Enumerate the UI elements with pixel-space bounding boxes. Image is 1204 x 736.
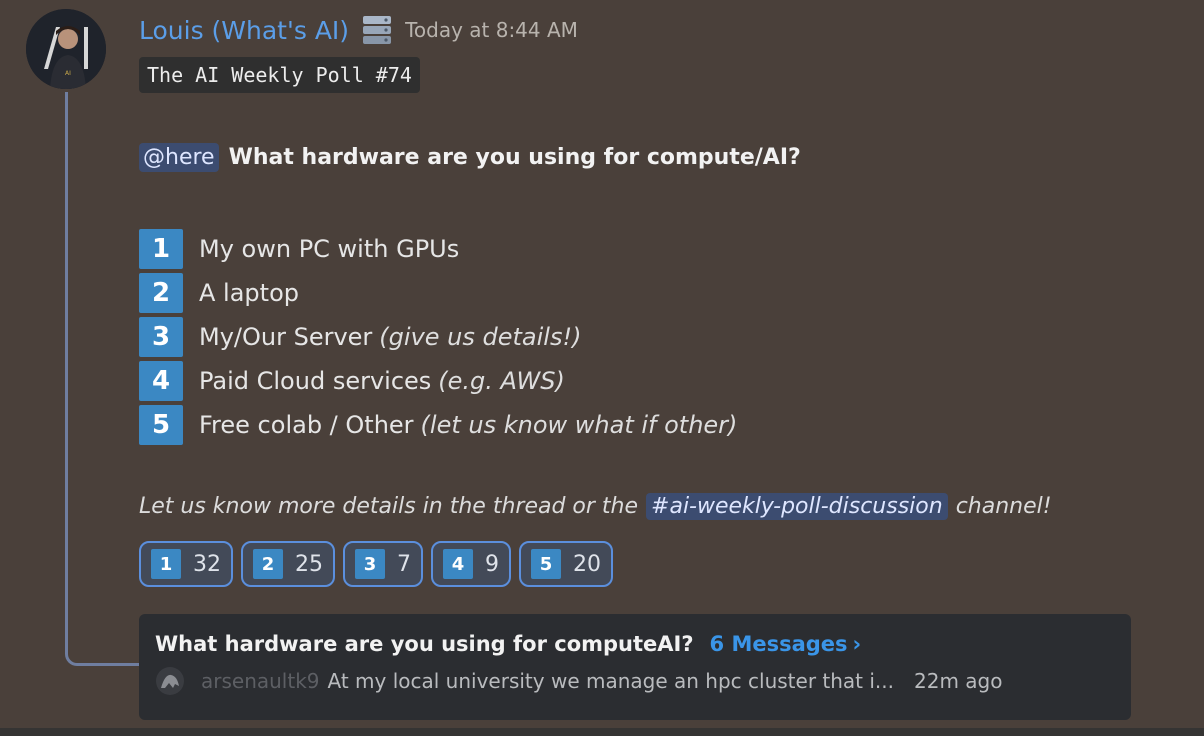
keycap-3-icon: 3 bbox=[355, 549, 385, 579]
server-stack-icon bbox=[361, 14, 395, 46]
preview-text: At my local university we manage an hpc … bbox=[327, 669, 894, 693]
keycap-2-icon: 2 bbox=[253, 549, 283, 579]
option-label: A laptop bbox=[199, 279, 299, 307]
here-mention[interactable]: @here bbox=[139, 143, 219, 172]
reaction-bar: 1 32 2 25 3 7 4 9 5 20 bbox=[139, 541, 621, 587]
keycap-3-icon: 3 bbox=[139, 317, 183, 357]
poll-question: What hardware are you using for compute/… bbox=[228, 145, 801, 170]
thread-preview-card[interactable]: What hardware are you using for computeA… bbox=[139, 614, 1131, 720]
preview-time: 22m ago bbox=[914, 669, 1003, 693]
option-note: (give us details!) bbox=[379, 323, 582, 351]
poll-option-3: 3 My/Our Server (give us details!) bbox=[139, 315, 737, 359]
avatar-image: AI bbox=[26, 9, 106, 89]
poll-option-5: 5 Free colab / Other (let us know what i… bbox=[139, 403, 737, 447]
reaction-5-button[interactable]: 5 20 bbox=[519, 541, 613, 587]
poll-footer-text: Let us know more details in the thread o… bbox=[139, 493, 1052, 520]
thread-title-row: What hardware are you using for computeA… bbox=[155, 632, 1131, 656]
option-note: (e.g. AWS) bbox=[438, 367, 565, 395]
thread-connector-line bbox=[65, 92, 141, 666]
keycap-1-icon: 1 bbox=[151, 549, 181, 579]
reaction-count: 25 bbox=[295, 551, 323, 577]
thread-last-message: arsenaultk9 At my local university we ma… bbox=[155, 666, 1131, 696]
footer-text-before: Let us know more details in the thread o… bbox=[139, 494, 639, 519]
footer-text-after: channel! bbox=[955, 494, 1052, 519]
message-header: Louis (What's AI) Today at 8:44 AM bbox=[139, 10, 578, 50]
svg-text:AI: AI bbox=[65, 70, 71, 77]
option-label: My own PC with GPUs bbox=[199, 235, 460, 263]
poll-question-line: @here What hardware are you using for co… bbox=[139, 143, 801, 172]
author-name[interactable]: Louis (What's AI) bbox=[139, 16, 349, 45]
poll-options: 1 My own PC with GPUs 2 A laptop 3 My/Ou… bbox=[139, 227, 737, 447]
poll-code-title: The AI Weekly Poll #74 bbox=[139, 57, 420, 93]
keycap-4-icon: 4 bbox=[139, 361, 183, 401]
small-user-avatar-icon bbox=[155, 666, 185, 696]
reaction-count: 32 bbox=[193, 551, 221, 577]
reaction-3-button[interactable]: 3 7 bbox=[343, 541, 423, 587]
option-label: Free colab / Other bbox=[199, 411, 414, 439]
reaction-count: 9 bbox=[485, 551, 499, 577]
option-label: My/Our Server bbox=[199, 323, 373, 351]
channel-mention[interactable]: #ai-weekly-poll-discussion bbox=[646, 493, 948, 520]
reaction-count: 20 bbox=[573, 551, 601, 577]
reaction-1-button[interactable]: 1 32 bbox=[139, 541, 233, 587]
author-avatar[interactable]: AI bbox=[26, 9, 106, 89]
keycap-5-icon: 5 bbox=[531, 549, 561, 579]
chevron-right-icon[interactable]: › bbox=[853, 632, 862, 656]
message-timestamp: Today at 8:44 AM bbox=[405, 18, 578, 42]
thread-title[interactable]: What hardware are you using for computeA… bbox=[155, 632, 694, 656]
poll-option-1: 1 My own PC with GPUs bbox=[139, 227, 737, 271]
reaction-2-button[interactable]: 2 25 bbox=[241, 541, 335, 587]
bottom-divider bbox=[0, 728, 1204, 736]
reaction-4-button[interactable]: 4 9 bbox=[431, 541, 511, 587]
poll-option-2: 2 A laptop bbox=[139, 271, 737, 315]
keycap-4-icon: 4 bbox=[443, 549, 473, 579]
preview-username[interactable]: arsenaultk9 bbox=[201, 669, 320, 693]
thread-message-count[interactable]: 6 Messages bbox=[710, 632, 848, 656]
reaction-count: 7 bbox=[397, 551, 411, 577]
poll-option-4: 4 Paid Cloud services (e.g. AWS) bbox=[139, 359, 737, 403]
keycap-2-icon: 2 bbox=[139, 273, 183, 313]
keycap-1-icon: 1 bbox=[139, 229, 183, 269]
keycap-5-icon: 5 bbox=[139, 405, 183, 445]
option-note: (let us know what if other) bbox=[420, 411, 738, 439]
option-label: Paid Cloud services bbox=[199, 367, 432, 395]
